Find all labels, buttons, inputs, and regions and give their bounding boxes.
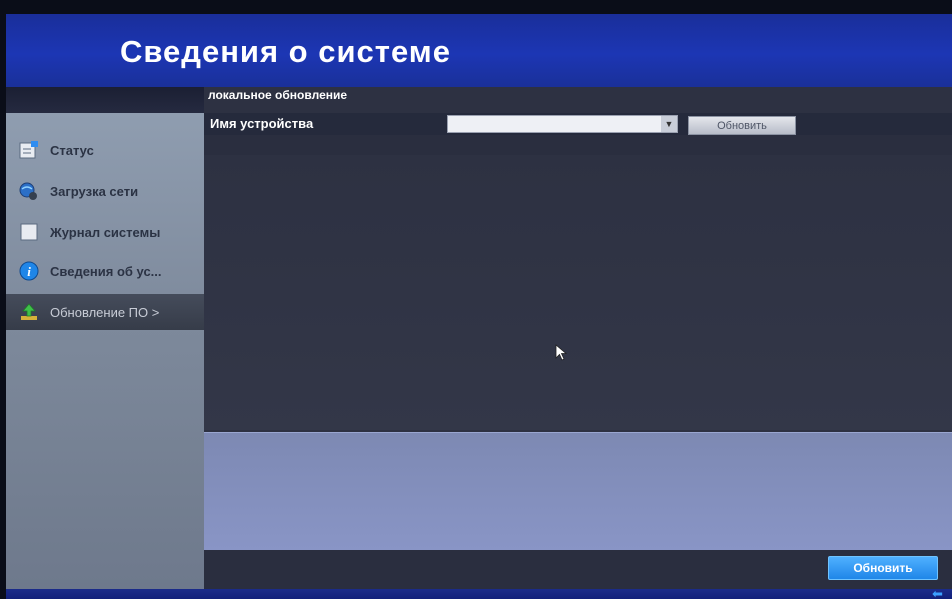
device-select[interactable]: ▼ [447,115,678,133]
sidebar-item-log[interactable]: Журнал системы [6,214,204,250]
info-icon: i [18,260,40,282]
network-icon [18,180,40,202]
sidebar-item-label: Сведения об ус... [50,263,162,279]
sidebar-item-upgrade[interactable]: Обновление ПО > [6,294,204,330]
bottom-bar: Обновить [204,550,952,589]
file-list[interactable] [204,155,952,430]
log-icon [18,221,40,243]
upgrade-icon [18,301,40,323]
sidebar-item-device-info[interactable]: i Сведения об ус... [6,253,204,289]
page-title: Сведения о системе [120,34,451,69]
upgrade-button[interactable]: Обновить [828,556,938,580]
refresh-button[interactable]: Обновить [688,116,796,135]
back-arrow-icon[interactable]: ⬅ [932,587,948,599]
sidebar: Статус Загрузка сети Журнал системы i Св… [6,113,204,589]
header-bar: Сведения о системе [6,14,952,87]
sidebar-item-network[interactable]: Загрузка сети [6,173,204,209]
device-row: Имя устройства ▼ Обновить [204,113,952,135]
main-panel: локальное обновление Имя устройства ▼ Об… [204,87,952,589]
system-info-screen: Сведения о системе Статус Загрузка сети … [6,14,952,599]
sidebar-item-status[interactable]: Статус [6,132,204,168]
sidebar-item-label: Загрузка сети [50,183,139,199]
mouse-cursor-icon [555,344,568,361]
chevron-down-icon[interactable]: ▼ [661,116,677,132]
sidebar-item-label: Статус [50,142,94,158]
upgrade-info-panel [204,432,952,551]
status-icon [18,139,40,161]
footer-bar [6,589,952,599]
sidebar-item-label: Журнал системы [50,224,161,240]
list-column-header [204,135,952,156]
svg-text:i: i [27,264,31,279]
section-title: локальное обновление [208,88,348,102]
sidebar-item-label: Обновление ПО > [50,304,160,320]
device-label: Имя устройства [210,116,314,131]
